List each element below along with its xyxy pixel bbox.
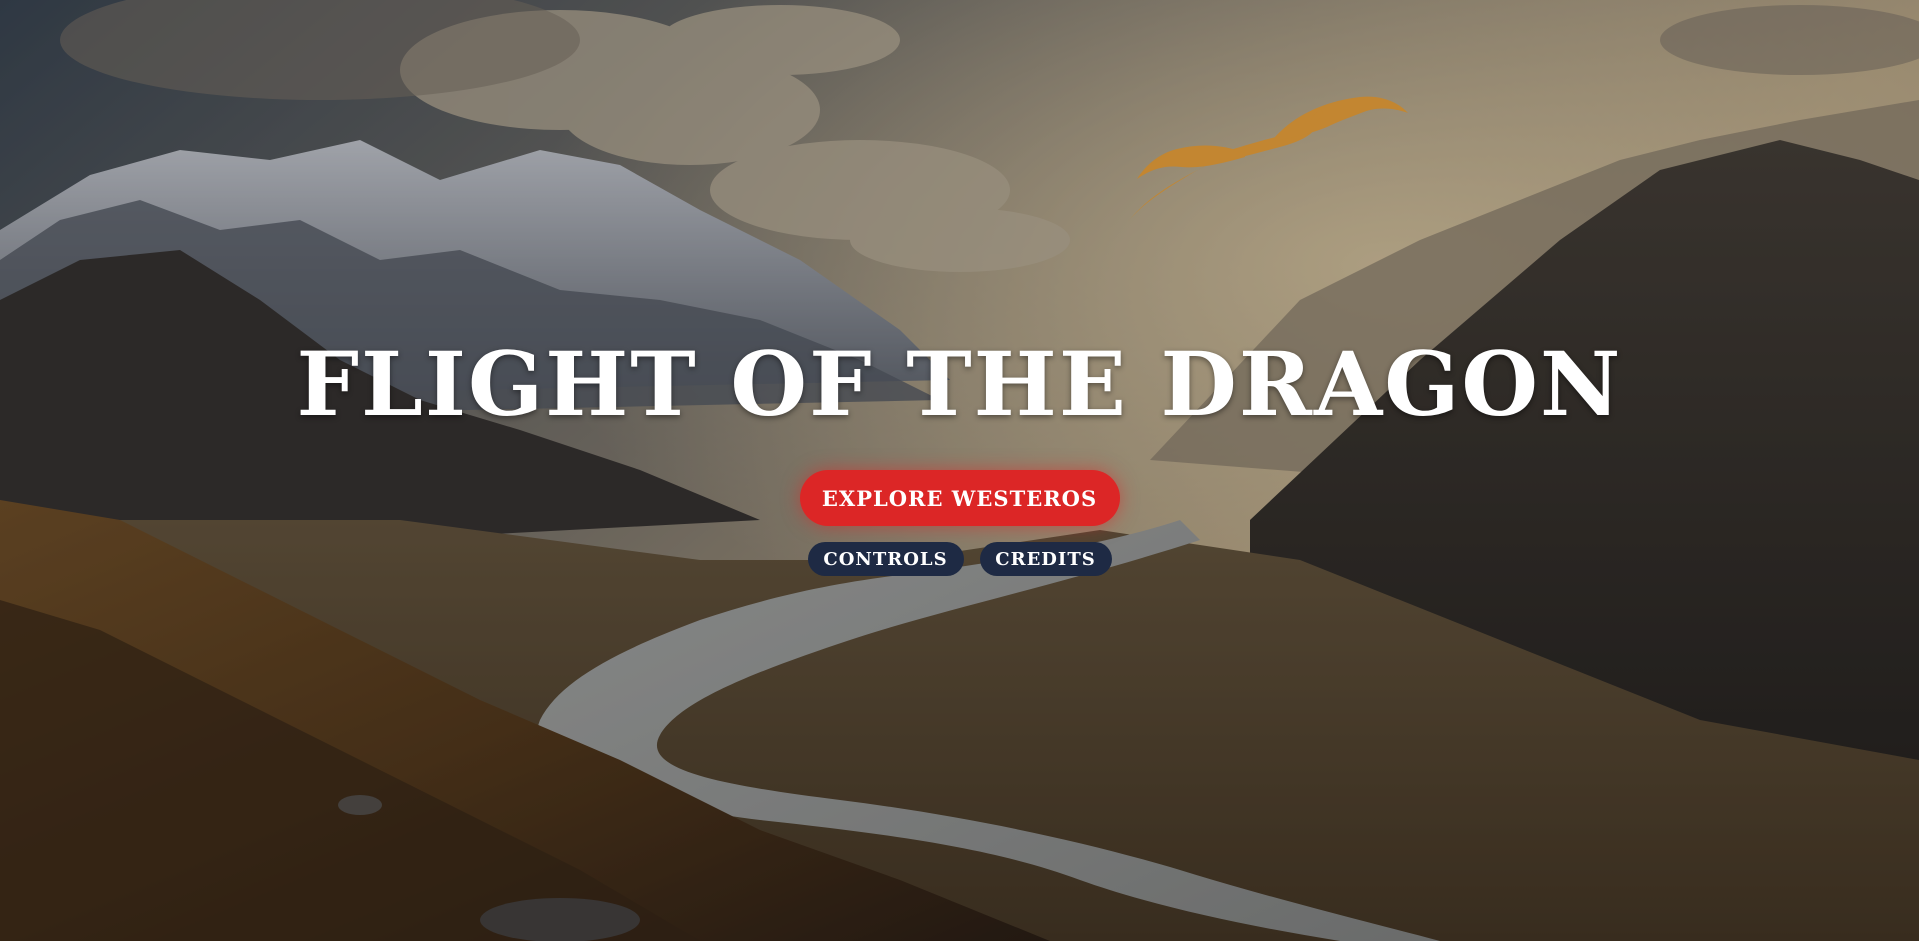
controls-button[interactable]: CONTROLS <box>807 542 964 576</box>
landing-screen: FLIGHT OF THE DRAGON EXPLORE WESTEROS CO… <box>0 0 1919 941</box>
page-title: FLIGHT OF THE DRAGON <box>296 332 1623 436</box>
explore-westeros-button[interactable]: EXPLORE WESTEROS <box>799 470 1120 526</box>
secondary-button-row: CONTROLS CREDITS <box>807 542 1112 576</box>
hero-section: FLIGHT OF THE DRAGON EXPLORE WESTEROS CO… <box>0 340 1919 576</box>
dragon-silhouette-icon <box>1127 96 1408 223</box>
credits-button[interactable]: CREDITS <box>979 542 1112 576</box>
